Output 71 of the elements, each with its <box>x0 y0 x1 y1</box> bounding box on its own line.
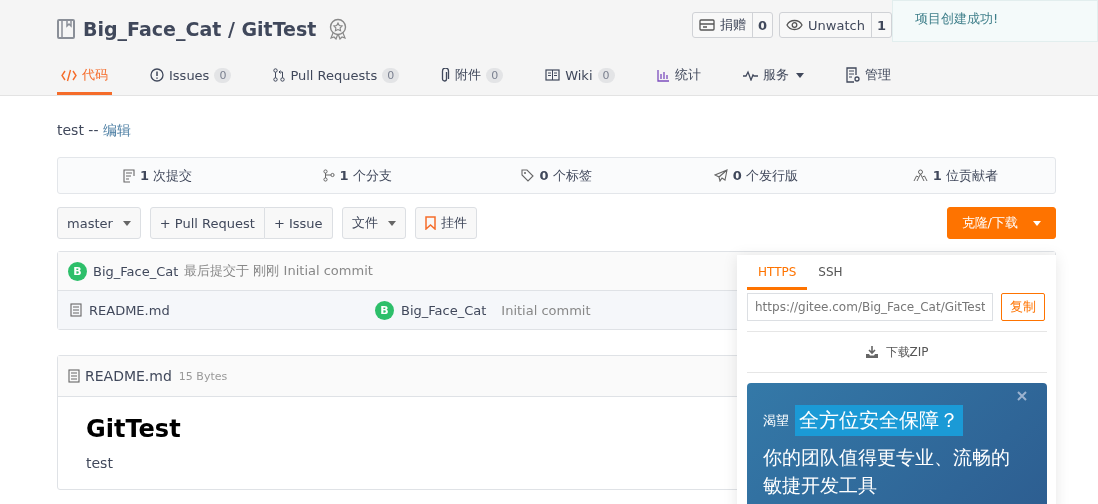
download-icon <box>865 346 878 358</box>
nav-tab[interactable]: 管理 <box>841 58 895 95</box>
readme-text: test <box>86 455 113 471</box>
stat-link[interactable]: 1 位贡献者 <box>932 166 998 185</box>
stat-link[interactable]: 1 个分支 <box>339 166 392 185</box>
ad-text: 你的团队值得更专业、流畅的敏捷开发工具 <box>763 445 1011 498</box>
clone-url-field[interactable]: https://gitee.com/Big_Face_Cat/GitTest <box>747 293 993 321</box>
repo-description: test -- <box>57 122 99 140</box>
pulse-icon <box>742 69 758 81</box>
branch-icon <box>322 169 335 182</box>
ad-prefix: 渴望 <box>763 411 789 430</box>
commit-info: 最后提交于 刚刚 Initial commit <box>184 262 373 280</box>
book-open-icon <box>545 69 561 81</box>
bookmark-icon <box>424 216 436 230</box>
action-count: 0 <box>757 16 769 35</box>
widget-button[interactable]: 挂件 <box>414 207 477 239</box>
close-icon[interactable] <box>1017 391 1027 401</box>
file-name[interactable]: README.md <box>89 302 170 318</box>
card-icon <box>699 19 716 31</box>
action-count: 1 <box>875 16 887 35</box>
stat-link[interactable]: 0 个标签 <box>539 166 592 185</box>
document-gear-icon <box>845 67 860 83</box>
readme-filename: README.md <box>85 368 172 384</box>
action-label: 捐赠 <box>720 16 747 34</box>
alert-circle-icon <box>150 68 164 82</box>
count-badge: 0 <box>382 67 400 83</box>
protocol-tab[interactable]: SSH <box>807 255 854 290</box>
nav-tab[interactable]: 统计 <box>652 58 705 95</box>
code-icon <box>61 68 77 82</box>
branch-dropdown[interactable]: master <box>57 207 141 239</box>
success-toast: 项目创建成功! <box>892 0 1098 42</box>
action-label: Unwatch <box>808 17 865 33</box>
nav-tab[interactable]: Wiki 0 <box>541 58 619 95</box>
readme-heading: GitTest <box>86 415 181 443</box>
issue-button[interactable]: + Issue <box>264 207 333 239</box>
pull-request-icon <box>273 68 286 82</box>
nav-tab[interactable]: 附件 0 <box>437 58 508 95</box>
count-badge: 0 <box>214 67 232 83</box>
caret-icon <box>795 72 804 78</box>
author-link[interactable]: Big_Face_Cat <box>93 263 179 279</box>
bar-chart-icon <box>656 68 670 82</box>
award-badge-icon <box>328 18 349 40</box>
stat-link[interactable]: 1 次提交 <box>140 166 193 185</box>
ad-headline: 全方位安全保障？ <box>795 405 963 436</box>
nav-tab[interactable]: 服务 <box>738 58 808 95</box>
action-button-group[interactable]: Unwatch 1 <box>779 12 892 38</box>
paperclip-icon <box>441 67 451 83</box>
commit-list-icon <box>123 168 136 183</box>
avatar: B <box>68 261 87 281</box>
repo-title[interactable]: Big_Face_Cat / GitTest <box>83 18 317 40</box>
avatar: B <box>375 300 394 320</box>
file-icon <box>68 369 80 383</box>
action-button-group[interactable]: 捐赠 0 <box>692 12 774 38</box>
stat-link[interactable]: 0 个发行版 <box>732 166 798 185</box>
file-dropdown[interactable]: 文件 <box>341 207 406 239</box>
nav-tab[interactable]: Issues 0 <box>146 58 236 95</box>
paper-plane-icon <box>713 169 728 182</box>
pull-request-button[interactable]: + Pull Request <box>149 207 265 239</box>
nav-tab[interactable]: Pull Requests 0 <box>269 58 404 95</box>
file-author[interactable]: Big_Face_Cat <box>401 302 487 318</box>
count-badge: 0 <box>597 67 615 83</box>
file-icon <box>70 303 82 317</box>
edit-link[interactable]: 编辑 <box>103 122 132 140</box>
download-zip-link[interactable]: 下载ZIP <box>885 343 929 361</box>
repo-book-icon <box>57 19 75 39</box>
ad-banner[interactable]: 渴望 全方位安全保障？ 你的团队值得更专业、流畅的敏捷开发工具 <box>747 383 1047 504</box>
count-badge: 0 <box>486 67 504 83</box>
file-size: 15 Bytes <box>178 369 228 383</box>
tag-icon <box>521 169 535 182</box>
people-icon <box>912 169 928 182</box>
eye-icon <box>786 19 804 31</box>
